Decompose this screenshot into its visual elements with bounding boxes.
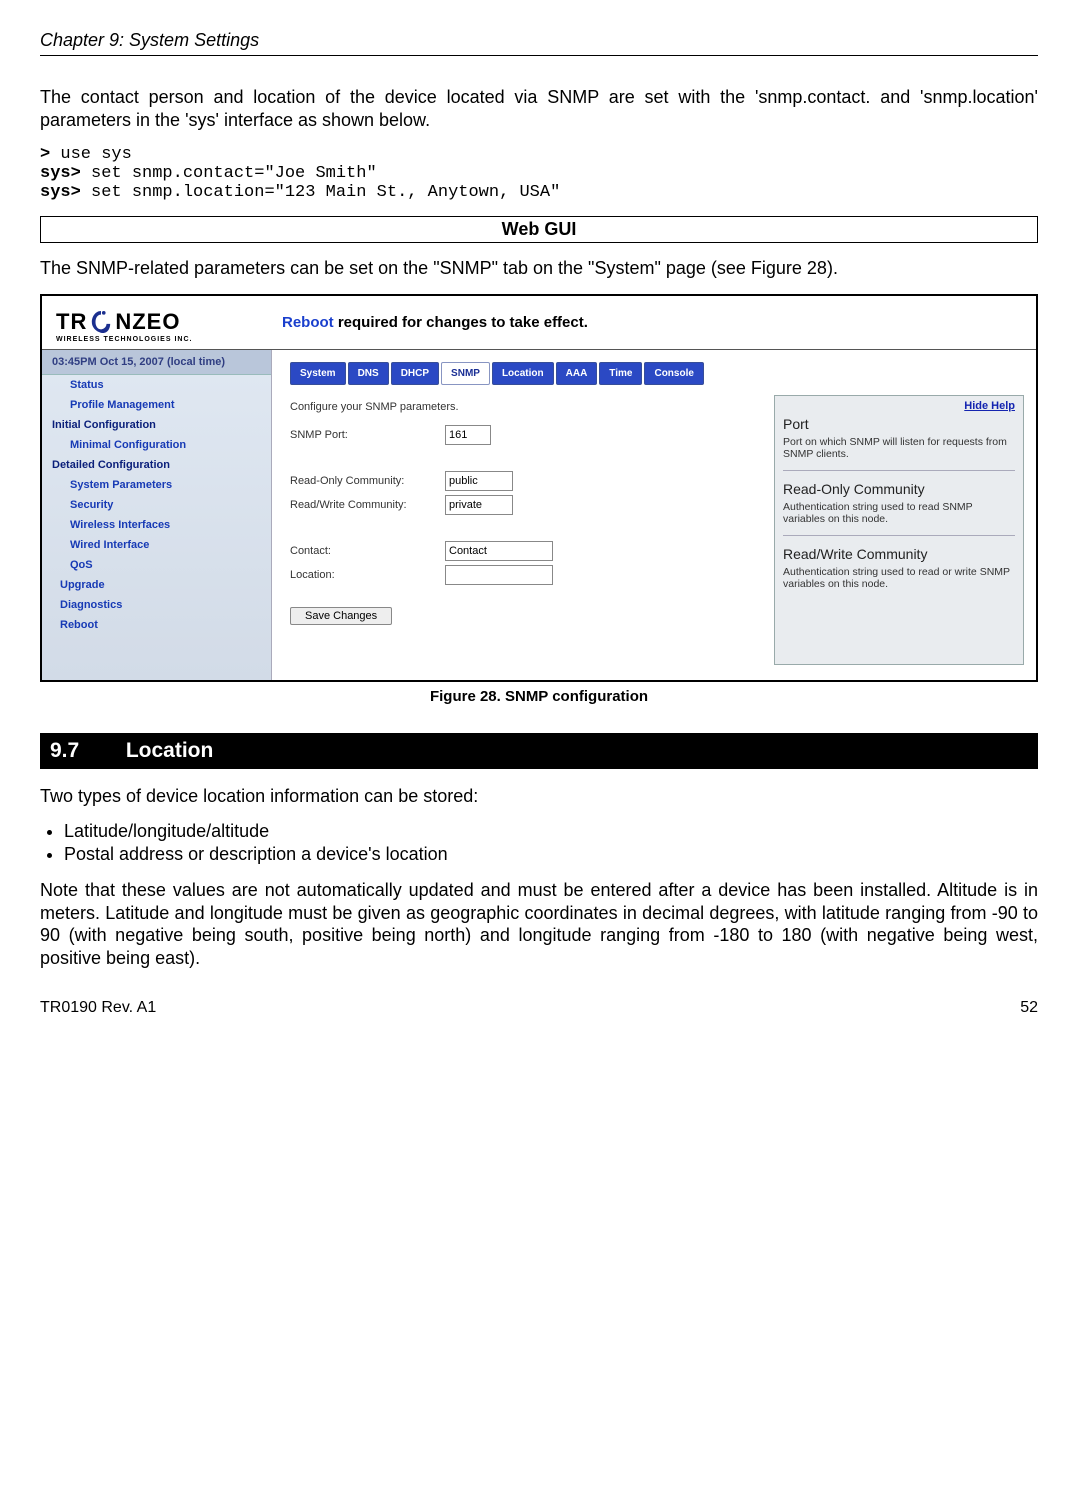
help-heading-port: Port: [783, 416, 1015, 432]
help-text-port: Port on which SNMP will listen for reque…: [783, 436, 1015, 460]
snmp-port-label: SNMP Port:: [290, 429, 445, 441]
help-divider-2: [783, 535, 1015, 536]
sidebar-item-security[interactable]: Security: [42, 495, 271, 515]
timestamp: 03:45PM Oct 15, 2007 (local time): [42, 350, 271, 375]
cli-cmd-2: set snmp.contact="Joe Smith": [81, 164, 377, 183]
cli-cmd-3: set snmp.location="123 Main St., Anytown…: [81, 183, 560, 202]
help-text-ro: Authentication string used to read SNMP …: [783, 501, 1015, 525]
location-para-1: Two types of device location information…: [40, 785, 1038, 808]
form-hint: Configure your SNMP parameters.: [290, 401, 758, 413]
bullet-postal: Postal address or description a device's…: [64, 844, 1038, 865]
sidebar-group-detailed[interactable]: Detailed Configuration: [42, 455, 271, 475]
snmp-form: Configure your SNMP parameters. SNMP Por…: [290, 393, 758, 665]
tab-dhcp[interactable]: DHCP: [391, 362, 439, 385]
ro-community-input[interactable]: [445, 471, 513, 491]
logo-text-tr: TR: [56, 309, 87, 335]
tab-aaa[interactable]: AAA: [556, 362, 598, 385]
contact-label: Contact:: [290, 545, 445, 557]
location-para-2: Note that these values are not automatic…: [40, 879, 1038, 969]
tab-dns[interactable]: DNS: [348, 362, 389, 385]
tab-time[interactable]: Time: [599, 362, 642, 385]
help-text-rw: Authentication string used to read or wr…: [783, 566, 1015, 590]
location-bullets: Latitude/longitude/altitude Postal addre…: [64, 821, 1038, 865]
screenshot-topbar: TR NZEO WIRELESS TECHNOLOGIES INC. Reboo…: [42, 296, 1036, 350]
footer-left: TR0190 Rev. A1: [40, 999, 156, 1017]
location-label: Location:: [290, 569, 445, 581]
intro-paragraph: The contact person and location of the d…: [40, 86, 1038, 131]
page-footer: TR0190 Rev. A1 52: [40, 999, 1038, 1017]
logo-swirl-icon: [90, 308, 112, 336]
sidebar-item-wired[interactable]: Wired Interface: [42, 535, 271, 555]
snmp-screenshot: TR NZEO WIRELESS TECHNOLOGIES INC. Reboo…: [40, 294, 1038, 682]
save-changes-button[interactable]: Save Changes: [290, 607, 392, 625]
rw-community-input[interactable]: [445, 495, 513, 515]
sidebar-group-initial[interactable]: Initial Configuration: [42, 415, 271, 435]
logo-text-nzeo: NZEO: [115, 309, 180, 335]
snmp-port-input[interactable]: [445, 425, 491, 445]
web-gui-paragraph: The SNMP-related parameters can be set o…: [40, 257, 1038, 280]
tab-snmp[interactable]: SNMP: [441, 362, 490, 385]
hide-help-link[interactable]: Hide Help: [783, 400, 1015, 412]
main-panel: System DNS DHCP SNMP Location AAA Time C…: [272, 350, 1036, 680]
help-panel: Hide Help Port Port on which SNMP will l…: [774, 395, 1024, 665]
cli-block: > use sys sys> set snmp.contact="Joe Smi…: [40, 145, 1038, 202]
logo-subtext: WIRELESS TECHNOLOGIES INC.: [56, 336, 264, 343]
location-input[interactable]: [445, 565, 553, 585]
tab-bar: System DNS DHCP SNMP Location AAA Time C…: [290, 362, 1036, 385]
tab-console[interactable]: Console: [644, 362, 703, 385]
cli-prompt-1: >: [40, 145, 50, 164]
cli-prompt-3: sys>: [40, 183, 81, 202]
sidebar-item-sysparams[interactable]: System Parameters: [42, 475, 271, 495]
cli-cmd-1: use sys: [50, 145, 132, 164]
sidebar-item-minimal[interactable]: Minimal Configuration: [42, 435, 271, 455]
section-header: 9.7 Location: [40, 733, 1038, 769]
ro-community-label: Read-Only Community:: [290, 475, 445, 487]
chapter-header: Chapter 9: System Settings: [40, 30, 1038, 51]
web-gui-heading: Web GUI: [40, 216, 1038, 243]
cli-prompt-2: sys>: [40, 164, 81, 183]
contact-input[interactable]: [445, 541, 553, 561]
sidebar-item-status[interactable]: Status: [42, 375, 271, 395]
sidebar-item-reboot[interactable]: Reboot: [42, 615, 271, 635]
sidebar-item-wireless[interactable]: Wireless Interfaces: [42, 515, 271, 535]
sidebar-item-profile[interactable]: Profile Management: [42, 395, 271, 415]
tab-system[interactable]: System: [290, 362, 346, 385]
footer-page-number: 52: [1020, 999, 1038, 1017]
reboot-word: Reboot: [282, 314, 334, 331]
reboot-notice: Reboot required for changes to take effe…: [272, 314, 588, 331]
help-heading-rw: Read/Write Community: [783, 546, 1015, 562]
rw-community-label: Read/Write Community:: [290, 499, 445, 511]
figure-caption: Figure 28. SNMP configuration: [40, 688, 1038, 705]
sidebar-item-upgrade[interactable]: Upgrade: [42, 575, 271, 595]
header-rule: [40, 55, 1038, 56]
sidebar: 03:45PM Oct 15, 2007 (local time) Status…: [42, 350, 272, 680]
section-number: 9.7: [50, 739, 120, 763]
reboot-rest: required for changes to take effect.: [334, 314, 588, 331]
section-title: Location: [126, 739, 214, 762]
sidebar-item-diagnostics[interactable]: Diagnostics: [42, 595, 271, 615]
help-heading-ro: Read-Only Community: [783, 481, 1015, 497]
help-divider-1: [783, 470, 1015, 471]
tab-location[interactable]: Location: [492, 362, 554, 385]
logo: TR NZEO WIRELESS TECHNOLOGIES INC.: [42, 296, 272, 349]
sidebar-item-qos[interactable]: QoS: [42, 555, 271, 575]
bullet-latlon: Latitude/longitude/altitude: [64, 821, 1038, 842]
